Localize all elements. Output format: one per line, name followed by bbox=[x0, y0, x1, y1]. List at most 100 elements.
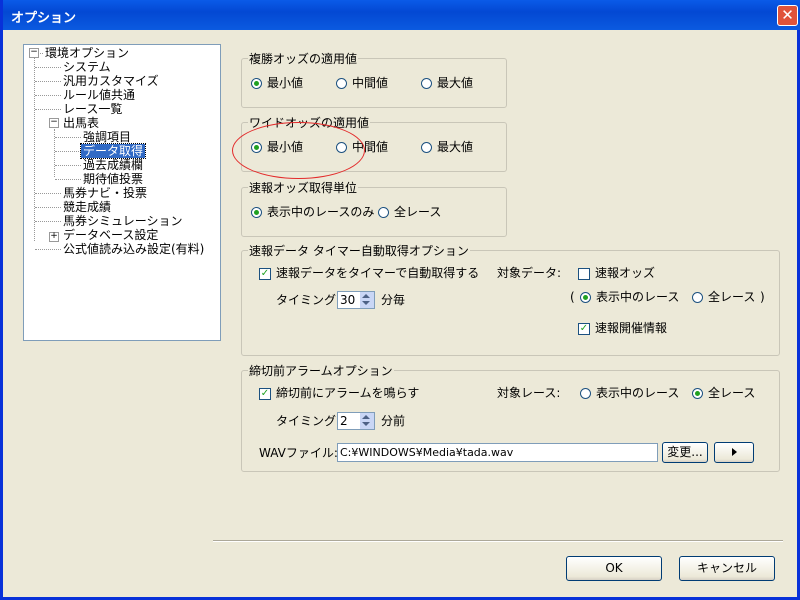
tree-guide-line bbox=[35, 221, 61, 222]
collapse-icon[interactable]: − bbox=[49, 118, 59, 128]
spin-buttons[interactable] bbox=[360, 413, 374, 429]
checkbox-checked-icon: ✓ bbox=[259, 267, 271, 280]
change-button[interactable]: 変更... bbox=[662, 442, 708, 463]
paren-close: ) bbox=[760, 290, 765, 304]
tree-item-race-list[interactable]: レース一覧 bbox=[63, 102, 122, 116]
expand-icon[interactable]: + bbox=[49, 232, 59, 242]
play-button[interactable] bbox=[714, 442, 754, 463]
fukusho-mid-radio[interactable]: 中間値 bbox=[336, 75, 388, 91]
tree-item-system[interactable]: システム bbox=[63, 60, 111, 74]
scope-all-race-radio[interactable]: 全レース bbox=[692, 289, 755, 305]
radio-icon bbox=[378, 207, 389, 218]
radio-label: 表示中のレース bbox=[596, 290, 680, 304]
tree-guide-line bbox=[35, 207, 61, 208]
radio-selected-icon bbox=[251, 207, 262, 218]
radio-label: 最小値 bbox=[267, 76, 304, 90]
timer-timing-unit: 分毎 bbox=[381, 293, 406, 307]
radio-label: 最大値 bbox=[437, 76, 474, 90]
radio-label: 最大値 bbox=[437, 140, 474, 154]
radio-label: 全レース bbox=[708, 386, 756, 400]
tree-item-data-acquisition[interactable]: データ取得 bbox=[79, 143, 147, 159]
tree-guide-line bbox=[35, 95, 61, 96]
alarm-options-legend: 締切前アラームオプション bbox=[249, 364, 393, 378]
sokuho-all-race-radio[interactable]: 全レース bbox=[378, 204, 441, 220]
radio-label: 表示中のレース bbox=[596, 386, 680, 400]
fukusho-min-radio[interactable]: 最小値 bbox=[251, 75, 303, 91]
radio-selected-icon bbox=[251, 78, 262, 89]
spin-up-icon[interactable] bbox=[362, 415, 370, 419]
timer-timing-value: 30 bbox=[340, 293, 356, 307]
wide-max-radio[interactable]: 最大値 bbox=[421, 139, 473, 155]
radio-icon bbox=[421, 142, 432, 153]
ok-button[interactable]: OK bbox=[566, 556, 662, 581]
tree-item-expected-value-bet[interactable]: 期待値投票 bbox=[83, 172, 143, 186]
title-bar[interactable]: オプション ✕ bbox=[3, 0, 800, 30]
annotation-circle bbox=[232, 122, 365, 179]
tree-guide-line bbox=[35, 249, 61, 250]
tree-item-official-values[interactable]: 公式値読み込み設定(有料) bbox=[63, 242, 204, 256]
alarm-timing-label: タイミング: bbox=[276, 414, 341, 428]
sokuho-unit-legend: 速報オッズ取得単位 bbox=[249, 181, 358, 195]
tree-guide-line bbox=[55, 165, 81, 166]
tree-guide-line bbox=[35, 81, 61, 82]
tree-guide-line bbox=[55, 179, 81, 180]
spin-up-icon[interactable] bbox=[362, 294, 370, 298]
alarm-current-race-radio[interactable]: 表示中のレース bbox=[580, 385, 679, 401]
timer-timing-stepper[interactable]: 30 bbox=[337, 291, 375, 309]
radio-icon bbox=[336, 78, 347, 89]
auto-fetch-checkbox[interactable]: ✓ 速報データをタイマーで自動取得する bbox=[259, 265, 479, 281]
fukusho-odds-legend: 複勝オッズの適用値 bbox=[249, 52, 358, 66]
window-title: オプション bbox=[11, 11, 77, 26]
alarm-all-race-radio[interactable]: 全レース bbox=[692, 385, 755, 401]
tree-guide-line bbox=[35, 109, 61, 110]
tree-guide-line bbox=[55, 137, 81, 138]
radio-icon bbox=[421, 78, 432, 89]
tree-item-baken-navi[interactable]: 馬券ナビ・投票 bbox=[63, 186, 147, 200]
checkbox-label: 速報オッズ bbox=[595, 266, 656, 280]
tree-item-race-results[interactable]: 競走成績 bbox=[63, 200, 111, 214]
checkbox-label: 速報データをタイマーで自動取得する bbox=[276, 266, 480, 280]
spin-down-icon[interactable] bbox=[362, 422, 370, 426]
tree-item-rule-common[interactable]: ルール値共通 bbox=[63, 88, 135, 102]
spin-down-icon[interactable] bbox=[362, 301, 370, 305]
radio-icon bbox=[580, 388, 591, 399]
paren-open: ( bbox=[570, 290, 575, 304]
tree-item-shutsubahyo[interactable]: 出馬表 bbox=[63, 116, 99, 130]
tree-guide-line bbox=[35, 67, 61, 68]
radio-label: 全レース bbox=[708, 290, 756, 304]
close-icon: ✕ bbox=[781, 6, 794, 24]
tree-item-emphasis[interactable]: 強調項目 bbox=[83, 130, 131, 144]
collapse-icon[interactable]: − bbox=[29, 48, 39, 58]
checkbox-checked-icon: ✓ bbox=[259, 387, 271, 400]
options-dialog: オプション ✕ − 環境オプション システム 汎用カスタマイズ ルール値共通 レ… bbox=[0, 0, 800, 600]
radio-label: 表示中のレースのみ bbox=[267, 205, 375, 219]
tree-item-env-options[interactable]: 環境オプション bbox=[45, 46, 129, 60]
tree-item-baken-simulation[interactable]: 馬券シミュレーション bbox=[63, 214, 183, 228]
close-button[interactable]: ✕ bbox=[777, 5, 798, 26]
checkbox-label: 速報開催情報 bbox=[595, 321, 668, 335]
radio-label: 中間値 bbox=[352, 76, 389, 90]
kaisai-info-checkbox[interactable]: ✓ 速報開催情報 bbox=[578, 320, 667, 336]
alarm-checkbox[interactable]: ✓ 締切前にアラームを鳴らす bbox=[259, 385, 419, 401]
checkbox-icon bbox=[578, 267, 590, 280]
alarm-timing-stepper[interactable]: 2 bbox=[337, 412, 375, 430]
tree-item-customize[interactable]: 汎用カスタマイズ bbox=[63, 74, 159, 88]
fukusho-max-radio[interactable]: 最大値 bbox=[421, 75, 473, 91]
scope-current-race-radio[interactable]: 表示中のレース bbox=[580, 289, 679, 305]
wav-file-input[interactable]: C:¥WINDOWS¥Media¥tada.wav bbox=[337, 443, 658, 462]
tree-guide-line bbox=[35, 193, 61, 194]
tree-item-database[interactable]: データベース設定 bbox=[63, 228, 158, 242]
target-data-label: 対象データ: bbox=[497, 266, 562, 280]
sokuho-odds-checkbox[interactable]: 速報オッズ bbox=[578, 265, 655, 281]
spin-buttons[interactable] bbox=[360, 292, 374, 308]
cancel-button[interactable]: キャンセル bbox=[679, 556, 775, 581]
tree-item-past-results[interactable]: 過去成績欄 bbox=[83, 158, 143, 172]
separator bbox=[213, 540, 783, 542]
timer-timing-label: タイミング: bbox=[276, 293, 341, 307]
play-icon bbox=[731, 448, 737, 456]
sokuho-current-race-radio[interactable]: 表示中のレースのみ bbox=[251, 204, 374, 220]
options-tree[interactable]: − 環境オプション システム 汎用カスタマイズ ルール値共通 レース一覧 − 出… bbox=[23, 44, 221, 341]
tree-guide-line bbox=[34, 57, 35, 241]
radio-selected-icon bbox=[692, 388, 703, 399]
radio-selected-icon bbox=[580, 292, 591, 303]
